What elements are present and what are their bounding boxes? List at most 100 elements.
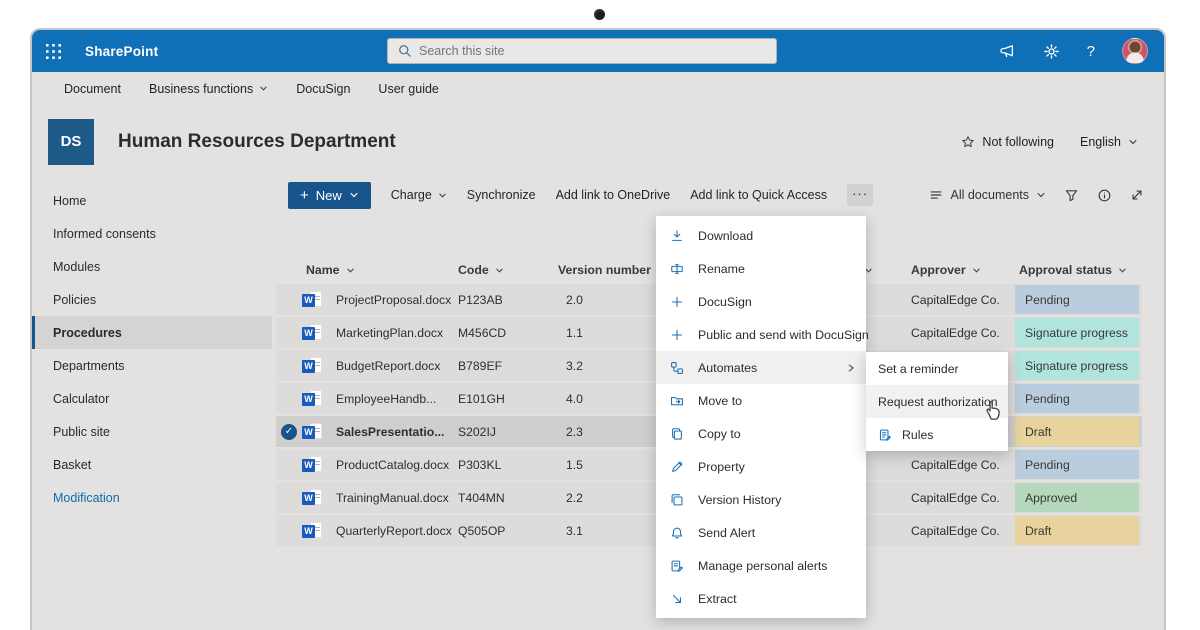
sidebar-item-policies[interactable]: Policies bbox=[32, 283, 272, 316]
filter-icon[interactable] bbox=[1064, 188, 1079, 203]
new-button-label: New bbox=[316, 188, 342, 203]
sidebar-item-basket[interactable]: Basket bbox=[32, 448, 272, 481]
cell-approver: CapitalEdge Co. bbox=[907, 458, 1015, 472]
site-search-box[interactable] bbox=[387, 38, 777, 64]
sidebar-item-calculator[interactable]: Calculator bbox=[32, 382, 272, 415]
command-label: Add link to OneDrive bbox=[556, 188, 671, 202]
cell-name[interactable]: MarketingPlan.docx bbox=[332, 326, 454, 340]
sidebar-item-departments[interactable]: Departments bbox=[32, 349, 272, 382]
menu-item-label: Rename bbox=[698, 262, 745, 276]
command-synchronize[interactable]: Synchronize bbox=[467, 188, 536, 202]
command-add-link-to-quick-access[interactable]: Add link to Quick Access bbox=[690, 188, 827, 202]
settings-gear-icon[interactable] bbox=[1043, 43, 1060, 60]
chevron-down-icon bbox=[1128, 137, 1138, 147]
menu-item-send-alert[interactable]: Send Alert bbox=[656, 516, 866, 549]
status-badge: Signature progress bbox=[1015, 351, 1139, 380]
site-logo[interactable]: DS bbox=[48, 119, 94, 165]
status-badge: Approved bbox=[1015, 483, 1139, 512]
cell-code: E101GH bbox=[454, 392, 554, 406]
menu-item-move-to[interactable]: Move to bbox=[656, 384, 866, 417]
cell-name[interactable]: QuarterlyReport.docx bbox=[332, 524, 454, 538]
cell-code: M456CD bbox=[454, 326, 554, 340]
nav-tab-document[interactable]: Document bbox=[64, 82, 121, 96]
command-add-link-to-onedrive[interactable]: Add link to OneDrive bbox=[556, 188, 671, 202]
new-button[interactable]: + New bbox=[288, 182, 371, 209]
word-file-icon: W bbox=[302, 324, 324, 342]
submenu-item-set-a-reminder[interactable]: Set a reminder bbox=[866, 352, 1008, 385]
cell-code: P123AB bbox=[454, 293, 554, 307]
cell-name[interactable]: TrainingManual.docx bbox=[332, 491, 454, 505]
sidebar-item-modification[interactable]: Modification bbox=[32, 481, 272, 514]
nav-tab-label: User guide bbox=[378, 82, 438, 96]
menu-item-manage-personal-alerts[interactable]: Manage personal alerts bbox=[656, 549, 866, 582]
cell-name[interactable]: SalesPresentatio... bbox=[332, 425, 454, 439]
column-header-approver[interactable]: Approver bbox=[907, 263, 1015, 277]
sidebar-item-informed-consents[interactable]: Informed consents bbox=[32, 217, 272, 250]
cell-name[interactable]: ProjectProposal.docx bbox=[332, 293, 454, 307]
menu-item-label: Version History bbox=[698, 493, 781, 507]
rename-icon bbox=[670, 262, 686, 276]
chevron-down-icon bbox=[1118, 266, 1127, 275]
command-label: Charge bbox=[391, 188, 432, 202]
menu-item-download[interactable]: Download bbox=[656, 219, 866, 252]
sidebar-item-label: Home bbox=[53, 194, 86, 208]
language-selector[interactable]: English bbox=[1080, 135, 1138, 149]
menu-item-label: Copy to bbox=[698, 427, 741, 441]
cell-name[interactable]: BudgetReport.docx bbox=[332, 359, 454, 373]
more-actions-button[interactable]: ··· bbox=[847, 184, 873, 206]
version-history-icon bbox=[670, 493, 686, 507]
column-header-name[interactable]: Name bbox=[302, 263, 454, 277]
announcement-icon[interactable] bbox=[999, 43, 1016, 60]
column-header-approval-status[interactable]: Approval status bbox=[1015, 263, 1142, 277]
cell-name[interactable]: ProductCatalog.docx bbox=[332, 458, 454, 472]
sidebar-item-label: Public site bbox=[53, 425, 110, 439]
info-icon[interactable] bbox=[1097, 188, 1112, 203]
command-charge[interactable]: Charge bbox=[391, 188, 447, 202]
chevron-down-icon bbox=[438, 191, 447, 200]
menu-item-automates[interactable]: Automates bbox=[656, 351, 866, 384]
menu-item-public-and-send-with-docusign[interactable]: Public and send with DocuSign bbox=[656, 318, 866, 351]
app-launcher-icon[interactable] bbox=[46, 44, 61, 59]
word-file-icon: W bbox=[302, 291, 324, 309]
chevron-right-icon bbox=[846, 363, 856, 373]
nav-tab-label: DocuSign bbox=[296, 82, 350, 96]
menu-item-rename[interactable]: Rename bbox=[656, 252, 866, 285]
nav-tab-user-guide[interactable]: User guide bbox=[378, 82, 438, 96]
nav-tab-business-functions[interactable]: Business functions bbox=[149, 82, 268, 96]
word-file-icon: W bbox=[302, 522, 324, 540]
menu-item-extract[interactable]: Extract bbox=[656, 582, 866, 615]
chevron-down-icon bbox=[972, 266, 981, 275]
sidebar-item-home[interactable]: Home bbox=[32, 184, 272, 217]
row-select-cell[interactable]: ✓ bbox=[276, 424, 302, 440]
cell-name[interactable]: EmployeeHandb... bbox=[332, 392, 454, 406]
menu-item-docusign[interactable]: DocuSign bbox=[656, 285, 866, 318]
sidebar-item-public-site[interactable]: Public site bbox=[32, 415, 272, 448]
menu-item-label: Property bbox=[698, 460, 745, 474]
manage-alerts-icon bbox=[670, 559, 686, 573]
search-input[interactable] bbox=[419, 44, 749, 58]
menu-item-label: Automates bbox=[698, 361, 757, 375]
laptop-camera-dot bbox=[594, 9, 605, 20]
expand-icon[interactable] bbox=[1130, 188, 1144, 202]
command-bar: + New Charge Synchronize Add link to OneDr… bbox=[272, 180, 1164, 210]
nav-tab-docusign[interactable]: DocuSign bbox=[296, 82, 350, 96]
hand-cursor bbox=[983, 400, 1003, 429]
view-selector[interactable]: All documents bbox=[929, 188, 1046, 202]
column-header-code[interactable]: Code bbox=[454, 263, 554, 277]
account-avatar[interactable] bbox=[1122, 38, 1148, 64]
menu-item-property[interactable]: Property bbox=[656, 450, 866, 483]
submenu-item-label: Set a reminder bbox=[878, 362, 959, 376]
chevron-down-icon bbox=[1036, 190, 1046, 200]
sidebar-item-modules[interactable]: Modules bbox=[32, 250, 272, 283]
follow-button[interactable]: Not following bbox=[961, 135, 1054, 149]
command-label: Synchronize bbox=[467, 188, 536, 202]
move-to-icon bbox=[670, 394, 686, 408]
help-icon[interactable]: ? bbox=[1087, 43, 1095, 60]
word-file-icon: W bbox=[302, 456, 324, 474]
menu-item-version-history[interactable]: Version History bbox=[656, 483, 866, 516]
word-file-icon: W bbox=[302, 390, 324, 408]
word-file-icon: W bbox=[302, 357, 324, 375]
site-header: DS Human Resources Department Not follow… bbox=[32, 105, 1164, 178]
menu-item-copy-to[interactable]: Copy to bbox=[656, 417, 866, 450]
sidebar-item-procedures[interactable]: Procedures bbox=[32, 316, 272, 349]
